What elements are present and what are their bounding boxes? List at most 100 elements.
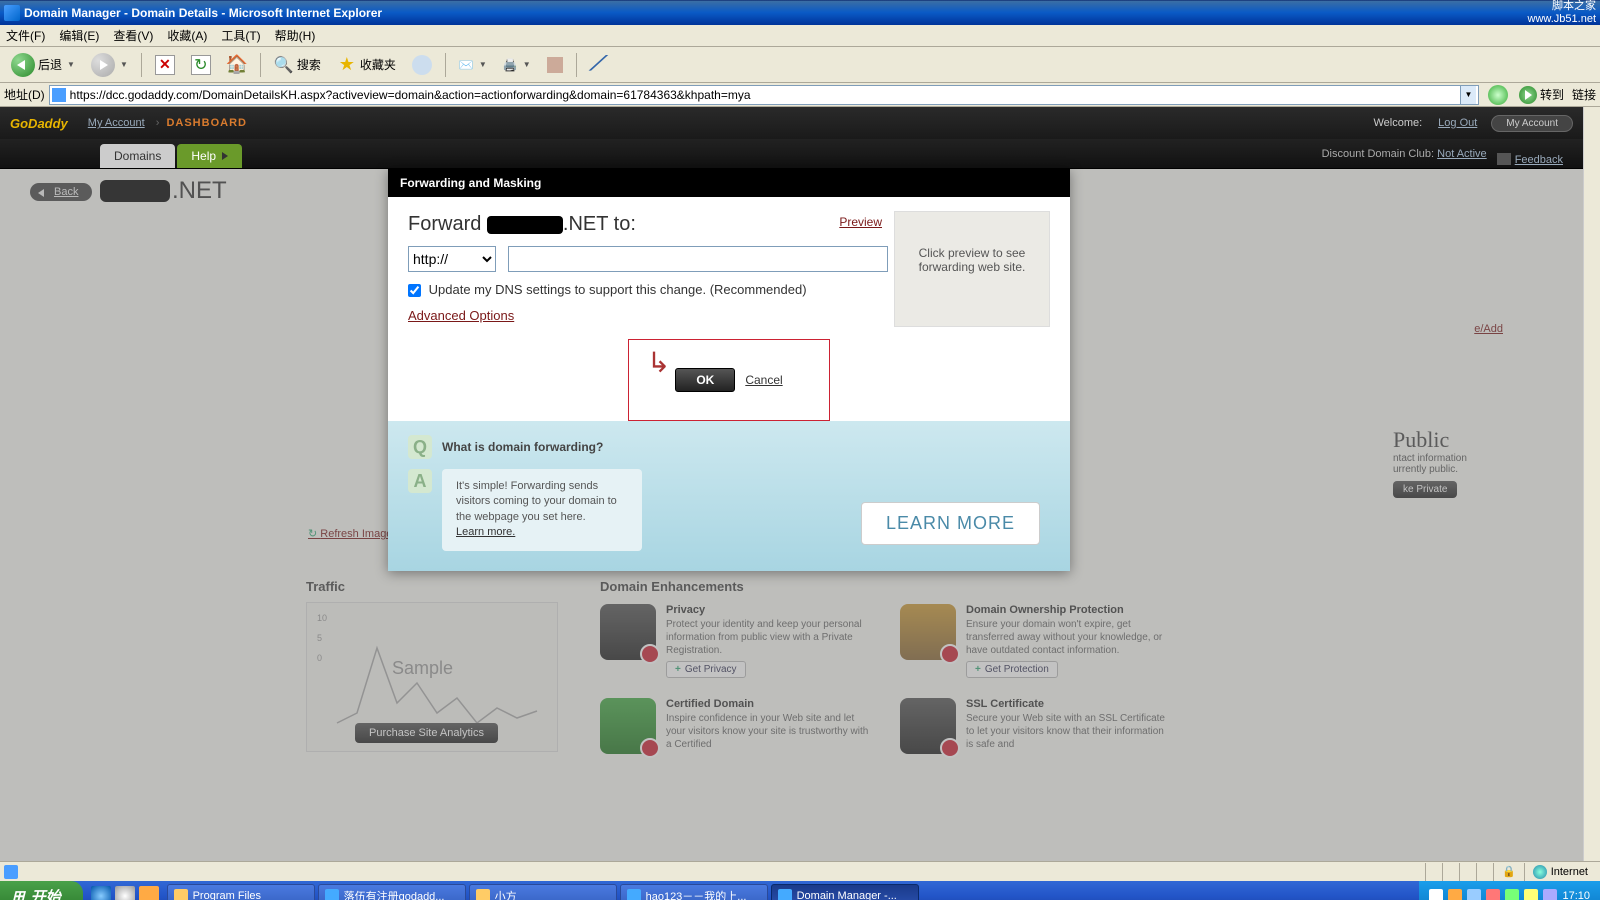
tray-clock[interactable]: 17:10 bbox=[1562, 890, 1590, 900]
swoosh-icon: ⟋ bbox=[590, 53, 604, 76]
forwarding-modal: Forwarding and Masking Forward .NET to: … bbox=[388, 169, 1070, 571]
tab-domains[interactable]: Domains bbox=[100, 144, 175, 168]
ql-app-icon[interactable] bbox=[139, 886, 159, 900]
history-icon bbox=[412, 55, 432, 75]
ie-menubar: 文件(F) 编辑(E) 查看(V) 收藏(A) 工具(T) 帮助(H) bbox=[0, 25, 1600, 47]
menu-edit[interactable]: 编辑(E) bbox=[59, 27, 99, 44]
search-button[interactable]: 🔍搜索 bbox=[269, 51, 326, 79]
dns-label: Update my DNS settings to support this c… bbox=[429, 282, 807, 297]
preview-link[interactable]: Preview bbox=[839, 215, 882, 229]
back-button[interactable]: 后退▼ bbox=[6, 51, 80, 79]
protocol-select[interactable]: http:// bbox=[408, 246, 496, 272]
learn-more-link[interactable]: Learn more. bbox=[456, 526, 515, 538]
go-icon bbox=[1519, 86, 1537, 104]
dns-checkbox[interactable] bbox=[408, 284, 421, 297]
tray-icon[interactable] bbox=[1486, 889, 1500, 900]
preview-box: Click preview to see forwarding web site… bbox=[894, 211, 1050, 327]
refresh-icon: ↻ bbox=[191, 55, 211, 75]
favorites-button[interactable]: ★收藏夹 bbox=[332, 51, 401, 79]
crumb-dashboard: DASHBOARD bbox=[166, 117, 247, 129]
task-1[interactable]: Program Files bbox=[167, 884, 315, 900]
cancel-link[interactable]: Cancel bbox=[745, 373, 782, 387]
address-input[interactable] bbox=[70, 88, 1460, 102]
menu-tools[interactable]: 工具(T) bbox=[221, 27, 260, 44]
edit-button[interactable] bbox=[542, 51, 568, 79]
task-4[interactable]: hao123－－我的上... bbox=[620, 884, 768, 900]
ql-ie-icon[interactable] bbox=[91, 886, 111, 900]
watermark: 脚本之家 www.Jb51.net bbox=[1528, 0, 1596, 24]
task-3[interactable]: 小方 bbox=[469, 884, 617, 900]
question-text: What is domain forwarding? bbox=[442, 440, 603, 454]
forward-icon bbox=[91, 53, 115, 77]
crumb-myaccount[interactable]: My Account bbox=[88, 117, 145, 129]
task-2[interactable]: 落伍有注册godadd... bbox=[318, 884, 466, 900]
start-button[interactable]: ⊞开始 bbox=[0, 881, 83, 900]
learn-more-button[interactable]: LEARN MORE bbox=[861, 502, 1040, 545]
ie-statusbar: 🔒 Internet bbox=[0, 861, 1600, 881]
tab-help[interactable]: Help bbox=[177, 144, 242, 168]
ok-button[interactable]: OK bbox=[675, 368, 735, 392]
redacted-domain-modal bbox=[487, 216, 563, 234]
mail-button[interactable]: ✉️▼ bbox=[454, 51, 492, 79]
menu-view[interactable]: 查看(V) bbox=[113, 27, 153, 44]
tray-icon[interactable] bbox=[1524, 889, 1538, 900]
logout-link[interactable]: Log Out bbox=[1438, 117, 1477, 129]
globe-icon bbox=[1533, 865, 1547, 879]
edit-icon bbox=[547, 57, 563, 73]
tray-icon[interactable] bbox=[1505, 889, 1519, 900]
page-status-icon bbox=[4, 865, 18, 879]
home-icon: 🏠 bbox=[227, 55, 247, 75]
stop-button[interactable]: ✕ bbox=[150, 51, 180, 79]
ie-icon bbox=[4, 5, 20, 21]
extra-button[interactable]: ⟋ bbox=[585, 51, 609, 79]
discount-club: Discount Domain Club: Not Active bbox=[1322, 148, 1487, 160]
feedback-icon bbox=[1497, 153, 1511, 165]
tray-icon[interactable] bbox=[1543, 889, 1557, 900]
feedback-link[interactable]: Feedback bbox=[1497, 150, 1583, 168]
windows-icon: ⊞ bbox=[12, 887, 25, 900]
welcome-text: Welcome: bbox=[1373, 117, 1422, 129]
tray-icon[interactable] bbox=[1467, 889, 1481, 900]
ie-task-icon bbox=[778, 889, 792, 900]
menu-help[interactable]: 帮助(H) bbox=[275, 27, 316, 44]
forward-url-input[interactable] bbox=[508, 246, 888, 272]
myaccount-button[interactable]: My Account bbox=[1491, 115, 1573, 132]
annotation-mark: ↳ bbox=[647, 346, 670, 380]
go-button[interactable]: 转到 bbox=[1519, 86, 1564, 104]
ok-cancel-area: ↳ OK Cancel bbox=[628, 339, 830, 421]
tray-icon[interactable] bbox=[1429, 889, 1443, 900]
address-field[interactable]: ▼ bbox=[49, 85, 1479, 105]
tray-icon[interactable] bbox=[1448, 889, 1462, 900]
breadcrumb: My Account › DASHBOARD bbox=[88, 117, 247, 129]
quick-launch bbox=[91, 886, 159, 900]
menu-file[interactable]: 文件(F) bbox=[6, 27, 45, 44]
advanced-options-link[interactable]: Advanced Options bbox=[408, 308, 514, 323]
print-button[interactable]: 🖨️▼ bbox=[498, 51, 536, 79]
ie-task-icon bbox=[325, 889, 339, 900]
question-icon: Q bbox=[408, 435, 432, 459]
links-label[interactable]: 链接 bbox=[1572, 86, 1596, 103]
club-status-link[interactable]: Not Active bbox=[1437, 148, 1487, 160]
history-button[interactable] bbox=[407, 51, 437, 79]
status-zone: Internet bbox=[1524, 863, 1596, 881]
ie-task-icon bbox=[627, 889, 641, 900]
answer-box: It's simple! Forwarding sends visitors c… bbox=[442, 469, 642, 551]
home-button[interactable]: 🏠 bbox=[222, 51, 252, 79]
xp-taskbar: ⊞开始 Program Files 落伍有注册godadd... 小方 hao1… bbox=[0, 881, 1600, 900]
forward-button[interactable]: ▼ bbox=[86, 51, 133, 79]
system-tray[interactable]: 17:10 bbox=[1419, 881, 1600, 900]
tabs-row: Domains Help Discount Domain Club: Not A… bbox=[0, 139, 1583, 169]
task-5-active[interactable]: Domain Manager -... bbox=[771, 884, 919, 900]
ie-addressbar: 地址(D) ▼ 转到 链接 bbox=[0, 83, 1600, 107]
window-title: Domain Manager - Domain Details - Micros… bbox=[24, 6, 382, 20]
ql-desktop-icon[interactable] bbox=[115, 886, 135, 900]
menu-favorites[interactable]: 收藏(A) bbox=[167, 27, 207, 44]
shield-icon bbox=[1488, 85, 1508, 105]
vertical-scrollbar[interactable] bbox=[1583, 107, 1600, 861]
block-button[interactable] bbox=[1483, 81, 1513, 109]
print-icon: 🖨️ bbox=[503, 58, 518, 72]
refresh-button[interactable]: ↻ bbox=[186, 51, 216, 79]
godaddy-logo[interactable]: GoDaddy bbox=[10, 116, 68, 131]
address-dropdown[interactable]: ▼ bbox=[1460, 86, 1476, 104]
star-icon: ★ bbox=[337, 55, 357, 75]
